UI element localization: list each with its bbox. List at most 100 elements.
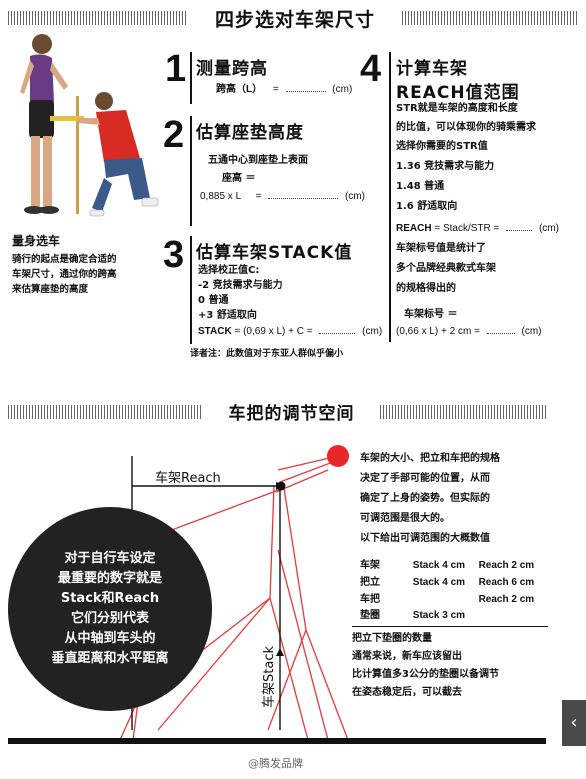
- step1-rule: [190, 52, 192, 104]
- step3-title: 估算车架STACK值: [196, 243, 353, 263]
- step2-rule: [190, 116, 192, 226]
- step2-blank: [268, 190, 339, 199]
- spec-row-frame: 车架 Stack 4 cm Reach 2 cm: [360, 556, 534, 571]
- step4-desc-2: 的比值，可以体现你的骑乘需求: [396, 122, 536, 133]
- step4-desc-3: 选择你需要的STR值: [396, 141, 488, 152]
- section2-desc-2: 决定了手部可能的位置，从而: [360, 473, 490, 484]
- stack-reach-callout: 对于自行车设定 最重要的数字就是 Stack和Reach 它们分别代表 从中轴到…: [8, 507, 212, 711]
- step3-formula-row: STACK = (0,69 x L) + C = (cm): [198, 325, 382, 337]
- note-title: 把立下垫圈的数量: [352, 633, 432, 644]
- step4-opt-2: 1.48 普通: [396, 181, 445, 192]
- section2-desc-3: 确定了上身的姿势。但实际的: [360, 493, 490, 504]
- step4-reach-formula: = Stack/STR =: [434, 223, 500, 234]
- spec-name: 垫圈: [360, 610, 380, 621]
- step2-formula-row: 0,885 x L = (cm): [200, 190, 365, 202]
- step4-frame-label: 车架标号 ＝: [404, 309, 458, 320]
- step4-desc-1: STR就是车架的高度和长度: [396, 103, 518, 114]
- step2-number: 2: [163, 114, 185, 156]
- step1-formula-row: 跨高（L） = (cm): [216, 80, 352, 95]
- step2-title: 估算座垫高度: [196, 123, 304, 143]
- spec-reach: Reach 2 cm: [478, 560, 535, 571]
- intro-line-1: 骑行的起点是确定合适的: [12, 254, 117, 265]
- section2-hatch-left: [8, 405, 203, 419]
- spec-reach: Reach 2 cm: [478, 594, 535, 605]
- callout-line-4: 它们分别代表: [70, 611, 149, 626]
- intro-line-3: 来估算座垫的高度: [12, 284, 89, 295]
- step4-frame-desc-3: 的规格得出的: [396, 283, 456, 294]
- step2-formula: 0,885 x L: [200, 191, 241, 202]
- step3-formula: = (0,69 x L) + C =: [234, 326, 313, 337]
- section2-hatch-right: [380, 405, 546, 419]
- step2-line1: 五通中心到座垫上表面: [208, 155, 308, 166]
- step4-rule: [389, 52, 391, 342]
- intro-line-2: 车架尺寸，通过你的跨高: [12, 269, 117, 280]
- step4-frame-formula: (0,66 x L) + 2 cm =: [396, 326, 480, 337]
- step4-title-line2: REACH值范围: [396, 83, 520, 103]
- spec-row-stem: 把立 Stack 4 cm Reach 6 cm: [360, 573, 534, 588]
- step1-label: 跨高（L）: [216, 84, 263, 95]
- spec-row-spacer: 垫圈 Stack 3 cm: [360, 606, 476, 621]
- translator-note: 译者注：此数值对于东亚人群似乎偏小: [190, 349, 344, 359]
- spec-stack: Stack 4 cm: [412, 560, 466, 571]
- step3-formula-label: STACK: [198, 326, 232, 337]
- spec-stack: Stack 3 cm: [412, 610, 466, 621]
- section2-desc-5: 以下给出可调范围的大概数值: [360, 533, 490, 544]
- callout-line-6: 垂直距离和水平距离: [51, 651, 169, 666]
- bottom-bar: [8, 738, 546, 744]
- reach-label: 车架Reach: [155, 471, 221, 486]
- note-divider: [352, 626, 548, 627]
- step4-frame-desc-1: 车架标号值是统计了: [396, 243, 486, 254]
- spec-row-handlebar: 车把 Reach 2 cm: [360, 590, 534, 605]
- step4-number: 4: [360, 48, 382, 90]
- step3-number: 3: [163, 234, 185, 276]
- header-hatch-left: [8, 11, 188, 25]
- step1-title: 测量跨高: [196, 59, 268, 79]
- step4-opt-1: 1.36 竞技需求与能力: [396, 161, 495, 172]
- step4-reach-blank: [506, 222, 533, 231]
- step4-frame-blank: [486, 325, 515, 334]
- page-title: 四步选对车架尺寸: [214, 9, 375, 31]
- section2-title: 车把的调节空间: [228, 404, 355, 424]
- step3-blank: [319, 325, 356, 334]
- side-collapse-tab[interactable]: ‹: [562, 700, 586, 746]
- step2-unit: (cm): [344, 191, 365, 202]
- step3-line2: -2 竞技需求与能力: [198, 280, 283, 291]
- step4-frame-desc-2: 多个品牌经典款式车架: [396, 263, 496, 274]
- step2-line2: 座高 ＝: [222, 173, 256, 184]
- step4-reach-label: REACH: [396, 223, 432, 234]
- callout-line-3: Stack和Reach: [60, 591, 160, 606]
- section2-desc-4: 可调范围是很大的。: [360, 513, 450, 524]
- spec-name: 车把: [360, 594, 380, 605]
- step1-eq: =: [272, 84, 279, 95]
- step1-unit: (cm): [332, 84, 353, 95]
- step4-reach-row: REACH = Stack/STR = (cm): [396, 222, 559, 234]
- watermark: @腾发品牌: [248, 757, 303, 770]
- note-line-3: 在姿态稳定后，可以截去: [352, 687, 462, 698]
- note-line-2: 比计算值多3公分的垫圈以备调节: [352, 669, 499, 680]
- callout-line-1: 对于自行车设定: [64, 551, 156, 566]
- step3-line4: +3 舒适取向: [198, 310, 257, 321]
- spec-reach: Reach 6 cm: [478, 577, 535, 588]
- step1-number: 1: [165, 48, 187, 90]
- header-hatch-right: [402, 11, 578, 25]
- measuring-illustration: [20, 34, 159, 217]
- callout-line-5: 从中轴到车头的: [64, 631, 156, 646]
- step4-frame-unit: (cm): [521, 326, 542, 337]
- callout-line-2: 最重要的数字就是: [57, 571, 162, 586]
- section2-desc-1: 车架的大小、把立和车把的规格: [360, 453, 500, 464]
- step4-frame-row: (0,66 x L) + 2 cm = (cm): [396, 325, 542, 337]
- step3-line3: 0 普通: [198, 295, 229, 306]
- step3-rule: [190, 236, 192, 344]
- step2-eq: =: [255, 191, 262, 202]
- step4-title-line1: 计算车架: [396, 59, 468, 79]
- spec-name: 把立: [360, 577, 380, 588]
- spec-stack: Stack 4 cm: [412, 577, 466, 588]
- step1-blank: [285, 83, 326, 92]
- step4-reach-unit: (cm): [538, 223, 559, 234]
- intro-heading: 量身选车: [12, 234, 61, 248]
- step4-opt-3: 1.6 舒适取向: [396, 201, 458, 212]
- spec-name: 车架: [360, 560, 380, 571]
- note-line-1: 通常来说，新车应该留出: [352, 651, 462, 662]
- step3-unit: (cm): [362, 326, 383, 337]
- step3-line1: 选择校正值C:: [198, 265, 260, 276]
